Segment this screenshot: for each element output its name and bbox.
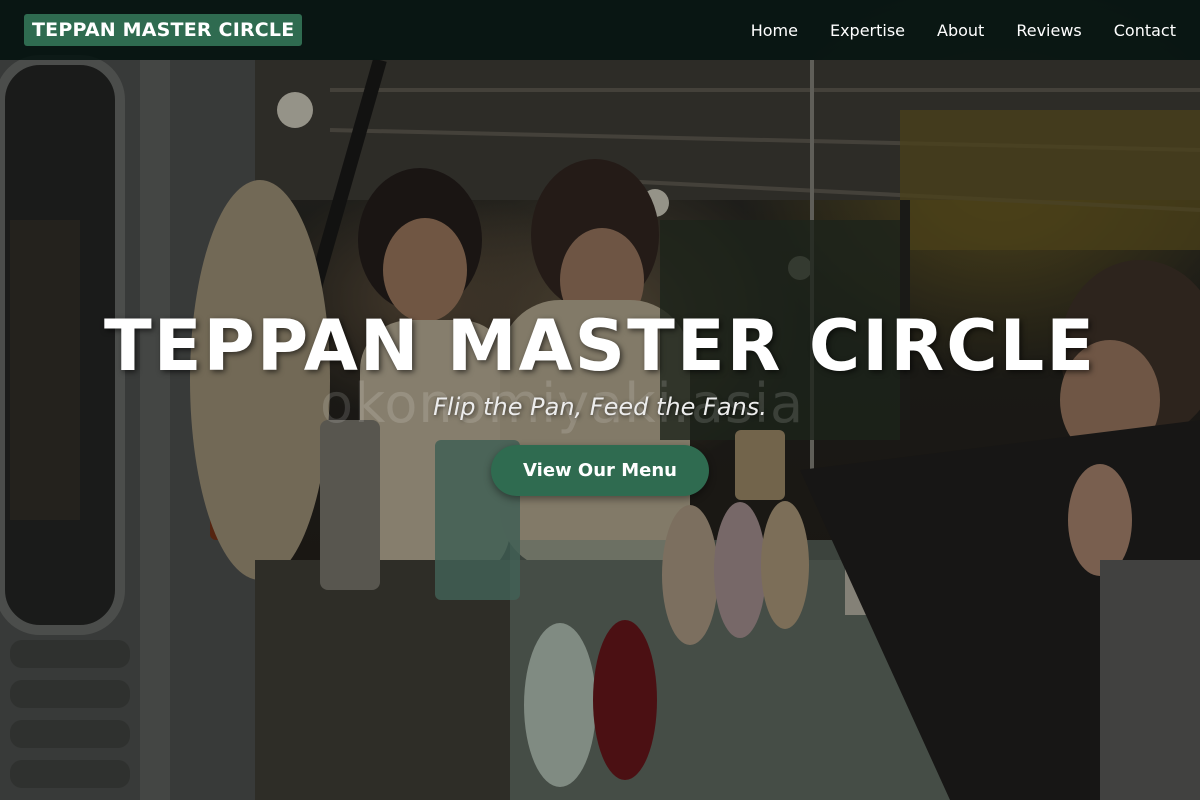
nav-link-expertise[interactable]: Expertise (830, 21, 905, 40)
hero-section: TEPPAN MASTER CIRCLE Flip the Pan, Feed … (0, 60, 1200, 800)
brand-logo[interactable]: TEPPAN MASTER CIRCLE (24, 14, 303, 46)
top-navbar: TEPPAN MASTER CIRCLE Home Expertise Abou… (0, 0, 1200, 60)
nav-link-about[interactable]: About (937, 21, 984, 40)
nav-link-home[interactable]: Home (751, 21, 798, 40)
nav-link-contact[interactable]: Contact (1114, 21, 1176, 40)
view-menu-button[interactable]: View Our Menu (491, 445, 709, 496)
nav-links: Home Expertise About Reviews Contact (751, 21, 1176, 40)
hero-title: TEPPAN MASTER CIRCLE (103, 305, 1097, 387)
hero-tagline: Flip the Pan, Feed the Fans. (433, 393, 767, 421)
nav-link-reviews[interactable]: Reviews (1016, 21, 1081, 40)
